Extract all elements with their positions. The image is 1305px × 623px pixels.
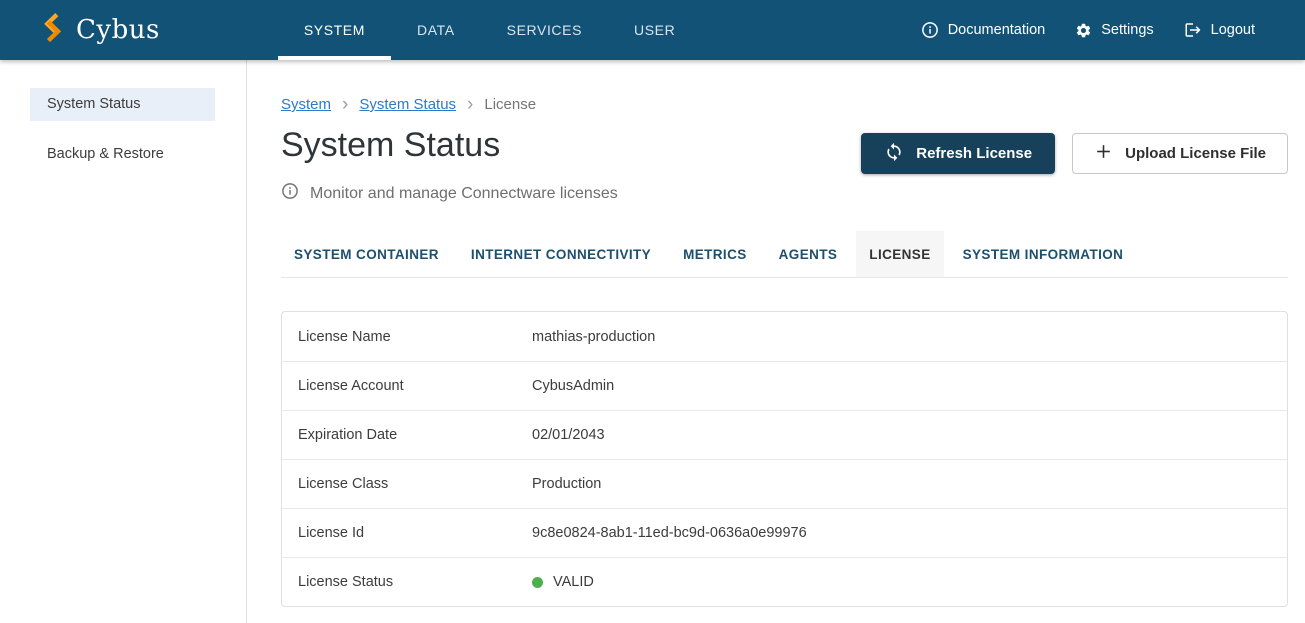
nav-item-data[interactable]: DATA [391,0,481,60]
breadcrumb: System › System Status › License [281,96,1288,113]
refresh-license-button[interactable]: Refresh License [861,133,1055,174]
nav-item-system[interactable]: SYSTEM [278,0,391,60]
row-value: CybusAdmin [532,378,614,394]
table-row: License Status VALID [282,557,1287,606]
page-actions: Refresh License Upload License File [861,133,1288,174]
cybus-logo-icon [40,12,65,48]
status-tabs: SYSTEM CONTAINER INTERNET CONNECTIVITY M… [281,231,1288,278]
info-icon [921,21,939,39]
info-icon [281,182,299,205]
breadcrumb-current-license: License [484,96,536,113]
settings-link[interactable]: Settings [1075,22,1153,39]
row-value: 02/01/2043 [532,427,605,443]
row-label: License Name [282,329,532,345]
documentation-link[interactable]: Documentation [921,21,1046,39]
row-label: License Id [282,525,532,541]
logout-icon [1184,21,1202,39]
breadcrumb-link-system-status[interactable]: System Status [359,96,456,113]
status-green-dot-icon [532,577,543,588]
nav-item-services[interactable]: SERVICES [481,0,608,60]
sidebar: System Status Backup & Restore [0,60,247,623]
top-navbar: Cybus SYSTEM DATA SERVICES USER Document… [0,0,1305,60]
row-value: Production [532,476,601,492]
logout-link[interactable]: Logout [1184,21,1255,39]
brand-name: Cybus [76,15,160,45]
navbar-tools: Documentation Settings Logout [921,21,1255,39]
table-row: License Class Production [282,459,1287,508]
tab-internet-connectivity[interactable]: INTERNET CONNECTIVITY [458,231,664,277]
row-label: License Class [282,476,532,492]
tab-system-container[interactable]: SYSTEM CONTAINER [281,231,452,277]
row-value: 9c8e0824-8ab1-11ed-bc9d-0636a0e99976 [532,525,807,541]
table-row: License Id 9c8e0824-8ab1-11ed-bc9d-0636a… [282,508,1287,557]
row-label: License Status [282,574,532,590]
plus-icon [1094,142,1113,165]
sync-icon [884,142,904,166]
status-badge: VALID [553,574,594,590]
settings-label: Settings [1101,22,1153,38]
nav-item-user[interactable]: USER [608,0,701,60]
tab-license[interactable]: LICENSE [856,231,943,277]
row-label: Expiration Date [282,427,532,443]
page-subtitle: Monitor and manage Connectware licenses [281,182,1288,205]
table-row: License Account CybusAdmin [282,361,1287,410]
brand-logo[interactable]: Cybus [40,12,160,48]
table-row: License Name mathias-production [282,312,1287,361]
refresh-license-label: Refresh License [916,145,1032,162]
chevron-right-icon: › [467,98,473,112]
breadcrumb-link-system[interactable]: System [281,96,331,113]
documentation-label: Documentation [948,22,1046,38]
sidebar-item-system-status[interactable]: System Status [30,88,215,121]
main-content: System › System Status › License System … [247,60,1305,623]
row-value: VALID [532,574,594,590]
upload-license-button[interactable]: Upload License File [1072,133,1288,174]
table-row: Expiration Date 02/01/2043 [282,410,1287,459]
logout-label: Logout [1211,22,1255,38]
subtitle-text: Monitor and manage Connectware licenses [310,185,618,203]
gear-icon [1075,22,1092,39]
tab-system-information[interactable]: SYSTEM INFORMATION [950,231,1137,277]
upload-license-label: Upload License File [1125,145,1266,162]
row-label: License Account [282,378,532,394]
sidebar-item-backup-restore[interactable]: Backup & Restore [30,138,215,171]
license-details-table: License Name mathias-production License … [281,311,1288,607]
chevron-right-icon: › [342,98,348,112]
tab-agents[interactable]: AGENTS [766,231,851,277]
row-value: mathias-production [532,329,655,345]
app-body: System Status Backup & Restore System › … [0,60,1305,623]
tab-metrics[interactable]: METRICS [670,231,760,277]
main-nav: SYSTEM DATA SERVICES USER [278,0,702,60]
